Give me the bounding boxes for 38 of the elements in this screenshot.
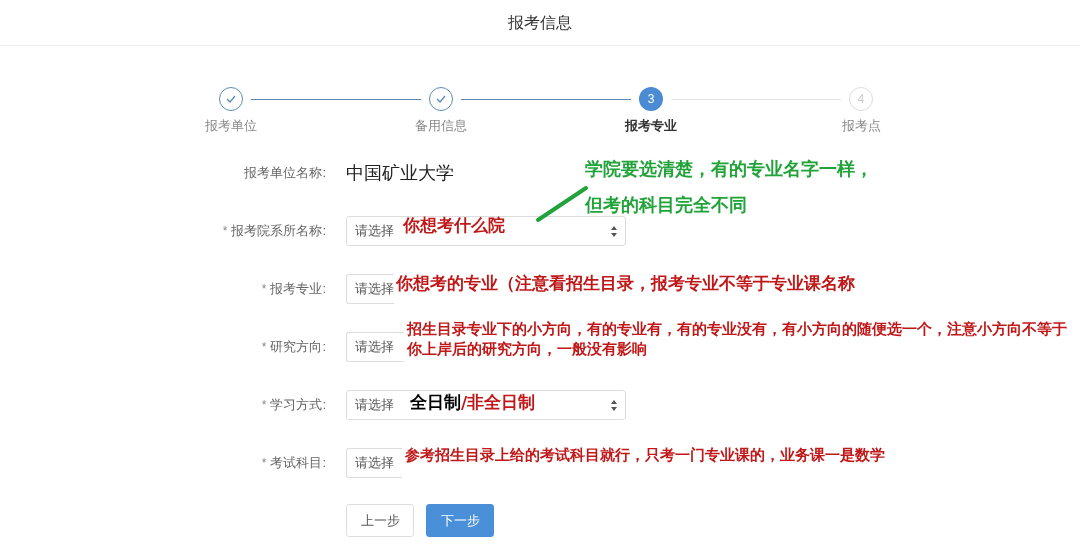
annotation-text: 你想考的专业（注意看招生目录，报考专业不等于专业课名称 [396, 272, 855, 295]
back-button[interactable]: 上一步 [346, 504, 414, 537]
step-number: 3 [639, 87, 663, 111]
sort-icon [611, 225, 617, 237]
required-mark: * [222, 223, 228, 240]
select-field[interactable]: 请选择 [346, 448, 402, 478]
step-label: 报考单位 [204, 117, 258, 135]
step-label: 报考点 [840, 117, 882, 135]
field-label: 报考单位名称: [244, 164, 326, 183]
page-title: 报考信息 [508, 12, 572, 33]
select-placeholder: 请选择 [355, 338, 394, 357]
sort-icon [611, 399, 617, 411]
annotation-text: 你想考什么院 [403, 214, 505, 237]
required-mark: * [261, 281, 267, 298]
field-label: 考试科目: [270, 454, 326, 473]
check-icon [226, 95, 236, 103]
step-label: 报考专业 [623, 117, 678, 135]
field-value: 中国矿业大学 [346, 161, 454, 185]
required-mark: * [261, 339, 267, 356]
field-label: 报考院系所名称: [231, 222, 326, 241]
field-label: 学习方式: [270, 396, 326, 415]
select-placeholder: 请选择 [355, 222, 394, 241]
select-field[interactable]: 请选择 [346, 274, 394, 304]
annotation-text: 但考的科目完全不同 [585, 194, 748, 217]
select-placeholder: 请选择 [355, 396, 394, 415]
required-mark: * [261, 397, 267, 414]
required-mark: * [261, 455, 267, 472]
field-label: 研究方向: [270, 338, 326, 357]
select-placeholder: 请选择 [355, 280, 394, 299]
field-label: 报考专业: [270, 280, 326, 299]
select-field[interactable]: 请选择 [346, 332, 404, 362]
annotation-text: 全日制/非全日制 [410, 391, 536, 414]
check-icon [436, 95, 446, 103]
annotation-text: 招生目录专业下的小方向，有的专业有，有的专业没有，有小方向的随便选一个，注意小方向不等于你上岸后的研究方向，一般没有影响 [407, 319, 1067, 359]
select-placeholder: 请选择 [355, 454, 394, 473]
annotation-text: 学院要选清楚，有的专业名字一样， [585, 158, 873, 181]
annotation-text: 参考招生目录上给的考试科目就行，只考一门专业课的，业务课一是数学 [405, 445, 885, 466]
step-label: 备用信息 [414, 117, 468, 135]
